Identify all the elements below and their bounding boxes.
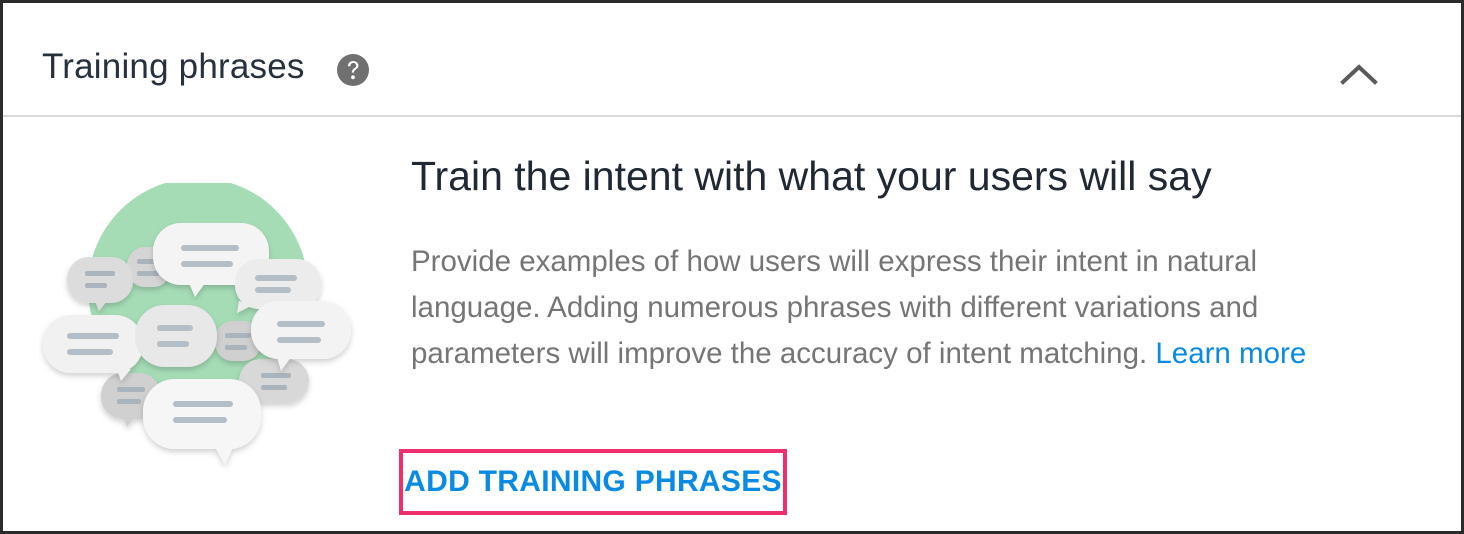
learn-more-link[interactable]: Learn more xyxy=(1155,337,1306,370)
help-circle-icon[interactable] xyxy=(336,53,370,87)
description-text: Provide examples of how users will expre… xyxy=(411,245,1259,370)
chevron-up-icon[interactable] xyxy=(1338,55,1380,89)
add-training-phrases-button[interactable]: ADD TRAINING PHRASES xyxy=(399,449,787,515)
empty-state-description: Provide examples of how users will expre… xyxy=(411,239,1361,377)
section-title: Training phrases xyxy=(42,47,305,86)
training-phrases-panel: Training phrases Train the intent with w… xyxy=(0,0,1464,534)
panel-header[interactable]: Training phrases xyxy=(3,3,1461,115)
header-divider xyxy=(3,115,1461,117)
chat-bubbles-illustration xyxy=(39,178,359,473)
empty-state-title: Train the intent with what your users wi… xyxy=(411,153,1212,199)
